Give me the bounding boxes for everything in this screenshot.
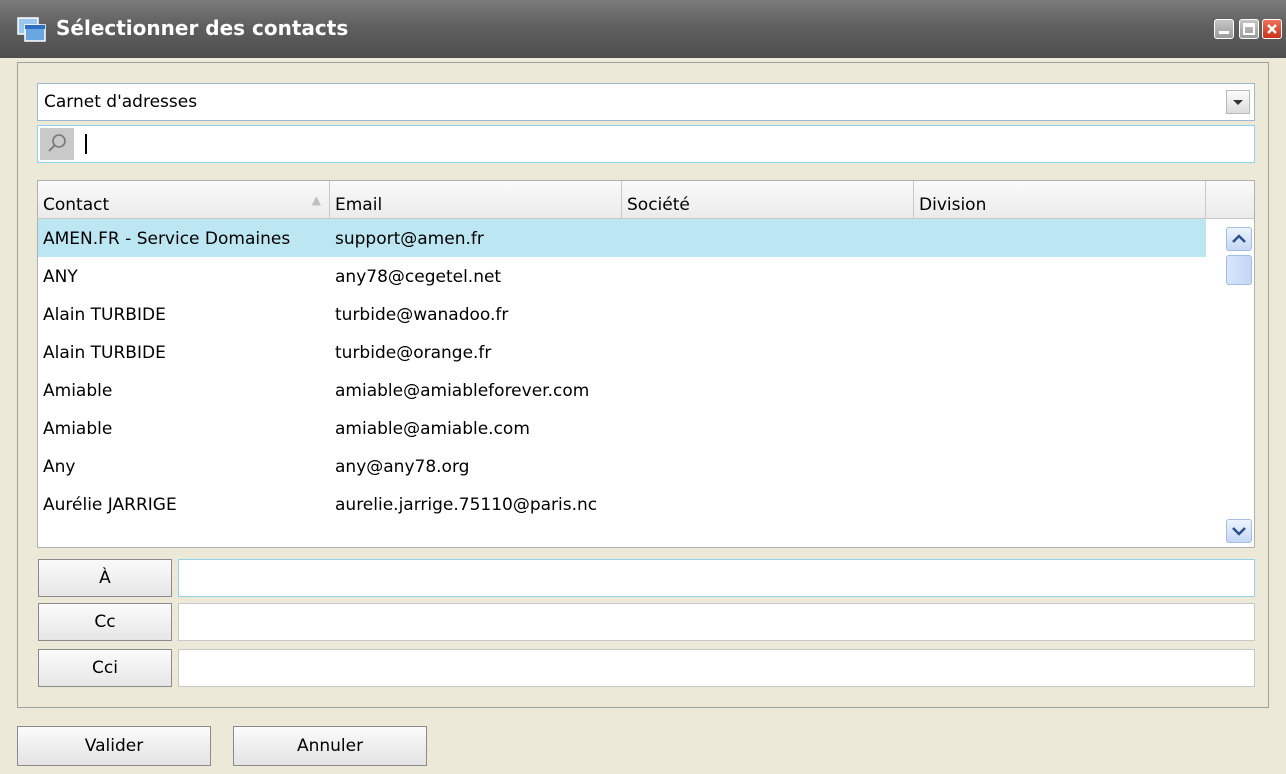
- column-header-label: Division: [919, 195, 987, 215]
- column-header-email[interactable]: Email: [330, 181, 622, 218]
- cell-contact: Amiable: [43, 381, 113, 401]
- cell-contact: Any: [43, 457, 76, 477]
- column-header-division[interactable]: Division: [914, 181, 1206, 218]
- table-header: Contact ▲ Email Société Division: [38, 181, 1254, 219]
- bcc-button[interactable]: Cci: [38, 649, 172, 687]
- title-bar[interactable]: Sélectionner des contacts: [0, 0, 1286, 58]
- cell-contact: AMEN.FR - Service Domaines: [43, 229, 291, 249]
- address-book-value: Carnet d'adresses: [44, 92, 198, 112]
- cell-email: amiable@amiable.com: [335, 419, 530, 439]
- window-title: Sélectionner des contacts: [56, 16, 349, 40]
- cc-field[interactable]: [178, 603, 1255, 641]
- search-input[interactable]: [82, 128, 1246, 160]
- column-header-label: Email: [335, 195, 383, 215]
- column-header-label: Contact: [43, 195, 110, 215]
- table-row[interactable]: Alain TURBIDE turbide@wanadoo.fr: [38, 295, 1206, 333]
- table-row[interactable]: AMEN.FR - Service Domaines support@amen.…: [38, 219, 1206, 257]
- maximize-button[interactable]: [1239, 19, 1259, 39]
- search-icon: [40, 128, 74, 160]
- bcc-field[interactable]: [178, 649, 1255, 687]
- text-caret: [85, 134, 87, 154]
- table-row[interactable]: Any any@any78.org: [38, 447, 1206, 485]
- cell-email: any78@cegetel.net: [335, 267, 502, 287]
- cell-email: aurelie.jarrige.75110@paris.nc: [335, 495, 598, 515]
- table-row[interactable]: Alain TURBIDE turbide@orange.fr: [38, 333, 1206, 371]
- scrollbar-thumb[interactable]: [1226, 255, 1252, 285]
- minimize-button[interactable]: [1214, 19, 1234, 39]
- window-icon: [17, 17, 47, 43]
- table-row[interactable]: Aurélie JARRIGE aurelie.jarrige.75110@pa…: [38, 485, 1206, 523]
- cell-contact: Aurélie JARRIGE: [43, 495, 177, 515]
- column-header-societe[interactable]: Société: [622, 181, 914, 218]
- vertical-scrollbar[interactable]: [1224, 219, 1254, 547]
- cell-contact: Alain TURBIDE: [43, 305, 166, 325]
- search-box[interactable]: [37, 125, 1255, 163]
- table-row[interactable]: ANY any78@cegetel.net: [38, 257, 1206, 295]
- column-header-label: Société: [627, 195, 690, 215]
- cell-email: turbide@orange.fr: [335, 343, 492, 363]
- scroll-up-icon[interactable]: [1226, 227, 1252, 251]
- address-book-select[interactable]: Carnet d'adresses: [37, 83, 1255, 121]
- cell-contact: ANY: [43, 267, 78, 287]
- column-header-contact[interactable]: Contact ▲: [38, 181, 330, 218]
- table-row[interactable]: Amiable amiable@amiable.com: [38, 409, 1206, 447]
- select-contacts-dialog: Sélectionner des contacts Carnet d'adres…: [0, 0, 1286, 774]
- cancel-button[interactable]: Annuler: [233, 726, 427, 766]
- chevron-down-icon[interactable]: [1226, 90, 1250, 114]
- cell-email: any@any78.org: [335, 457, 470, 477]
- table-body: AMEN.FR - Service Domaines support@amen.…: [38, 219, 1206, 523]
- cell-email: support@amen.fr: [335, 229, 484, 249]
- to-field[interactable]: [178, 559, 1255, 597]
- cell-email: turbide@wanadoo.fr: [335, 305, 509, 325]
- scroll-down-icon[interactable]: [1226, 519, 1252, 543]
- cell-contact: Alain TURBIDE: [43, 343, 166, 363]
- contacts-table[interactable]: Contact ▲ Email Société Division AMEN.FR…: [37, 180, 1255, 548]
- to-button[interactable]: À: [38, 559, 172, 597]
- table-row[interactable]: Amiable amiable@amiableforever.com: [38, 371, 1206, 409]
- cell-email: amiable@amiableforever.com: [335, 381, 590, 401]
- validate-button[interactable]: Valider: [17, 726, 211, 766]
- sort-ascending-icon: ▲: [311, 193, 321, 207]
- cell-contact: Amiable: [43, 419, 113, 439]
- close-button[interactable]: [1262, 19, 1282, 39]
- cc-button[interactable]: Cc: [38, 603, 172, 641]
